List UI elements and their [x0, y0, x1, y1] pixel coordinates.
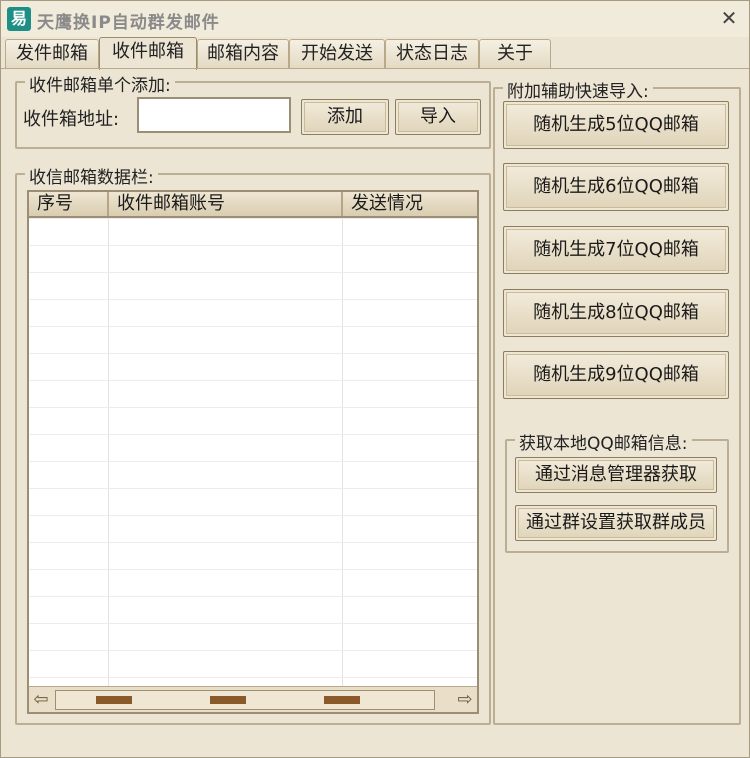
tab-status-log[interactable]: 状态日志: [385, 39, 479, 68]
scroll-grip-decoration: [324, 696, 360, 704]
get-group-members-button[interactable]: 通过群设置获取群成员: [515, 505, 717, 541]
get-via-message-manager-button[interactable]: 通过消息管理器获取: [515, 457, 717, 493]
scroll-grip-decoration: [96, 696, 132, 704]
generate-8-digit-qq-button[interactable]: 随机生成8位QQ邮箱: [503, 289, 729, 337]
table-body[interactable]: [29, 218, 477, 686]
local-qq-title: 获取本地QQ邮箱信息:: [515, 429, 692, 454]
single-add-title: 收件邮箱单个添加:: [25, 71, 175, 96]
horizontal-scrollbar[interactable]: ⇦ ⇨: [29, 686, 477, 712]
tab-divider: [1, 68, 749, 69]
tab-start-sending[interactable]: 开始发送: [289, 39, 385, 68]
scroll-left-icon[interactable]: ⇦: [29, 689, 53, 711]
close-button[interactable]: ✕: [717, 6, 741, 30]
table-header: 序号 收件邮箱账号 发送情况: [29, 192, 477, 218]
generate-6-digit-qq-button[interactable]: 随机生成6位QQ邮箱: [503, 163, 729, 211]
quick-import-title: 附加辅助快速导入:: [503, 77, 653, 102]
scroll-track[interactable]: [55, 690, 435, 710]
tab-about[interactable]: 关于: [479, 39, 551, 68]
column-header-index[interactable]: 序号: [29, 192, 109, 216]
window-title: 天鹰换IP自动群发邮件: [37, 13, 220, 33]
data-panel-title: 收信邮箱数据栏:: [25, 163, 158, 188]
tab-recipient-mailbox[interactable]: 收件邮箱: [99, 37, 197, 70]
add-button[interactable]: 添加: [301, 99, 389, 135]
scroll-right-icon[interactable]: ⇨: [453, 689, 477, 711]
generate-9-digit-qq-button[interactable]: 随机生成9位QQ邮箱: [503, 351, 729, 399]
import-button[interactable]: 导入: [395, 99, 481, 135]
generate-5-digit-qq-button[interactable]: 随机生成5位QQ邮箱: [503, 101, 729, 149]
scroll-grip-decoration: [210, 696, 246, 704]
address-input[interactable]: [137, 97, 291, 133]
tab-sender-mailbox[interactable]: 发件邮箱: [5, 39, 99, 68]
app-logo-icon: 易: [7, 7, 31, 31]
column-header-account[interactable]: 收件邮箱账号: [109, 192, 343, 216]
column-header-status[interactable]: 发送情况: [343, 192, 477, 216]
generate-7-digit-qq-button[interactable]: 随机生成7位QQ邮箱: [503, 226, 729, 274]
main-window: 易 天鹰换IP自动群发邮件 ✕ 发件邮箱 收件邮箱 邮箱内容 开始发送 状态日志…: [0, 0, 750, 758]
title-bar: 易 天鹰换IP自动群发邮件 ✕: [1, 1, 749, 37]
tab-mail-content[interactable]: 邮箱内容: [197, 39, 289, 68]
address-label: 收件箱地址:: [23, 109, 120, 130]
recipient-table[interactable]: 序号 收件邮箱账号 发送情况 ⇦ ⇨: [27, 190, 479, 714]
tab-bar: 发件邮箱 收件邮箱 邮箱内容 开始发送 状态日志 关于: [5, 37, 749, 70]
